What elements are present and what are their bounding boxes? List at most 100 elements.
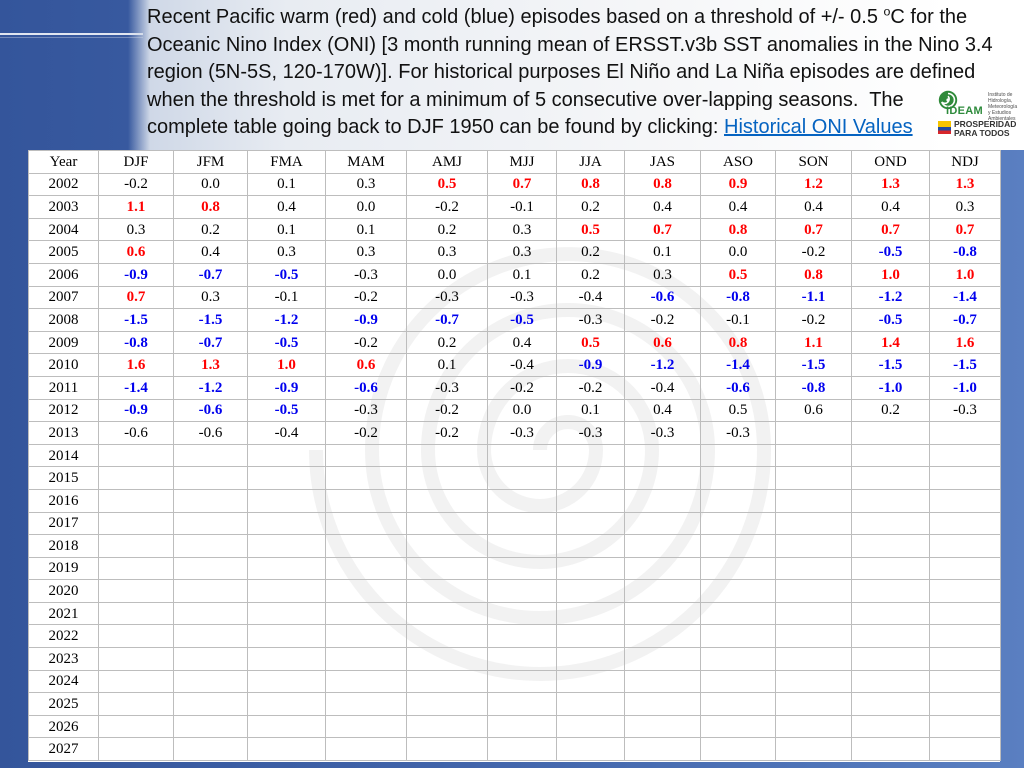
oni-value-cell bbox=[624, 466, 701, 490]
oni-value-cell: 0.3 bbox=[487, 217, 557, 242]
oni-value-cell bbox=[487, 669, 557, 694]
oni-value-cell bbox=[624, 556, 701, 581]
oni-value-cell bbox=[406, 601, 488, 626]
oni-value-cell: -1.4 bbox=[929, 285, 1001, 310]
oni-value-cell: 1.3 bbox=[851, 172, 930, 197]
header-row: Year DJF JFM FMA MAM AMJ MJJ JJA JAS ASO SON OND NDJ bbox=[28, 150, 1001, 174]
oni-value-cell: -1.4 bbox=[98, 375, 174, 400]
year-cell: 2013 bbox=[28, 421, 99, 445]
oni-value-cell bbox=[929, 466, 1001, 490]
oni-value-cell: 0.3 bbox=[98, 217, 174, 242]
oni-value-cell: -0.2 bbox=[406, 421, 488, 445]
oni-value-cell bbox=[775, 737, 852, 762]
oni-value-cell: 0.7 bbox=[851, 217, 930, 242]
oni-value-cell bbox=[173, 624, 248, 649]
oni-value-cell bbox=[700, 579, 776, 603]
oni-value-cell bbox=[775, 692, 852, 716]
oni-value-cell bbox=[851, 443, 930, 468]
oni-value-cell bbox=[556, 714, 625, 739]
oni-value-cell: -0.6 bbox=[624, 285, 701, 310]
oni-value-cell bbox=[624, 624, 701, 649]
oni-value-cell bbox=[556, 556, 625, 581]
ideam-subtitle: Instituto de Hidrología, Meteorología y … bbox=[988, 92, 1018, 122]
oni-value-cell bbox=[851, 488, 930, 513]
description-line-2: Oceanic Nino Index (ONI) [3 month runnin… bbox=[147, 33, 993, 56]
oni-value-cell: 1.6 bbox=[98, 353, 174, 377]
oni-value-cell: 0.1 bbox=[247, 217, 326, 242]
oni-value-cell: 0.2 bbox=[406, 330, 488, 355]
year-cell: 2024 bbox=[28, 669, 99, 694]
oni-value-cell: 0.5 bbox=[556, 217, 625, 242]
table-row: 2013 -0.6 -0.6 -0.4 -0.2 -0.2 -0.3 -0.3 -0.3 -0.3 bbox=[28, 421, 1001, 445]
decorative-rule-shadow bbox=[0, 37, 143, 38]
oni-value-cell: 0.3 bbox=[173, 285, 248, 310]
table-row: 2016 bbox=[28, 488, 1001, 513]
oni-value-cell: -0.3 bbox=[700, 421, 776, 445]
oni-value-cell: -0.3 bbox=[624, 421, 701, 445]
year-cell: 2025 bbox=[28, 692, 99, 716]
oni-value-cell: -0.3 bbox=[406, 285, 488, 310]
oni-value-cell: 0.0 bbox=[700, 240, 776, 264]
oni-value-cell bbox=[851, 466, 930, 490]
oni-value-cell bbox=[487, 692, 557, 716]
oni-value-cell: 1.0 bbox=[851, 262, 930, 287]
oni-value-cell bbox=[98, 601, 174, 626]
oni-value-cell: -0.9 bbox=[98, 398, 174, 423]
oni-value-cell bbox=[173, 534, 248, 558]
oni-value-cell bbox=[487, 647, 557, 671]
oni-value-cell bbox=[406, 737, 488, 762]
oni-value-cell: -0.2 bbox=[325, 330, 407, 355]
oni-value-cell: 0.7 bbox=[929, 217, 1001, 242]
oni-value-cell: 0.0 bbox=[406, 262, 488, 287]
oni-value-cell bbox=[556, 601, 625, 626]
oni-value-cell bbox=[556, 579, 625, 603]
oni-value-cell: 0.0 bbox=[173, 172, 248, 197]
historical-oni-link[interactable]: Historical ONI Values bbox=[724, 116, 913, 138]
oni-value-cell bbox=[700, 624, 776, 649]
table-row: 2023 bbox=[28, 647, 1001, 671]
oni-value-cell bbox=[487, 624, 557, 649]
oni-value-cell: -0.7 bbox=[173, 330, 248, 355]
oni-value-cell bbox=[700, 669, 776, 694]
oni-value-cell: -0.3 bbox=[325, 262, 407, 287]
oni-value-cell bbox=[929, 692, 1001, 716]
ideam-wordmark: IDEAM bbox=[946, 105, 983, 117]
oni-value-cell: -0.3 bbox=[406, 375, 488, 400]
oni-value-cell bbox=[556, 647, 625, 671]
oni-value-cell bbox=[173, 714, 248, 739]
oni-value-cell bbox=[700, 466, 776, 490]
oni-value-cell: 0.4 bbox=[173, 240, 248, 264]
table-row: 2015 bbox=[28, 466, 1001, 490]
column-header-jfm: JFM bbox=[173, 150, 248, 174]
oni-value-cell: -1.2 bbox=[247, 308, 326, 332]
oni-value-cell: 0.7 bbox=[624, 217, 701, 242]
oni-value-cell bbox=[700, 737, 776, 762]
oni-value-cell: 1.1 bbox=[775, 330, 852, 355]
table-row: 2003 1.1 0.8 0.4 0.0 -0.2 -0.1 0.2 0.4 0.4 0.4 0.4 0… bbox=[28, 195, 1001, 219]
oni-value-cell bbox=[624, 692, 701, 716]
oni-value-cell bbox=[247, 579, 326, 603]
oni-value-cell: 1.0 bbox=[929, 262, 1001, 287]
oni-value-cell: 1.2 bbox=[775, 172, 852, 197]
oni-value-cell bbox=[325, 737, 407, 762]
year-cell: 2007 bbox=[28, 285, 99, 310]
oni-value-cell: -0.1 bbox=[487, 195, 557, 219]
description-line-1: Recent Pacific warm (red) and cold (blue… bbox=[147, 4, 1017, 32]
oni-value-cell bbox=[487, 443, 557, 468]
oni-value-cell: -0.8 bbox=[98, 330, 174, 355]
oni-value-cell: 0.1 bbox=[487, 262, 557, 287]
oni-value-cell: -0.1 bbox=[247, 285, 326, 310]
oni-value-cell: 0.0 bbox=[325, 195, 407, 219]
oni-value-cell bbox=[173, 737, 248, 762]
oni-value-cell bbox=[700, 714, 776, 739]
oni-value-cell: 0.8 bbox=[700, 330, 776, 355]
oni-value-cell bbox=[775, 556, 852, 581]
oni-value-cell bbox=[851, 421, 930, 445]
description-line-3: region (5N-5S, 120-170W)]. For historica… bbox=[147, 61, 976, 83]
table-row: 2006 -0.9 -0.7 -0.5 -0.3 0.0 0.1 0.2 0.3 0.5 0.8 1.… bbox=[28, 262, 1001, 287]
oni-value-cell: 0.8 bbox=[700, 217, 776, 242]
oni-value-cell bbox=[325, 624, 407, 649]
oni-value-cell: -0.8 bbox=[775, 375, 852, 400]
column-header-year: Year bbox=[28, 150, 99, 174]
year-cell: 2002 bbox=[28, 172, 99, 197]
